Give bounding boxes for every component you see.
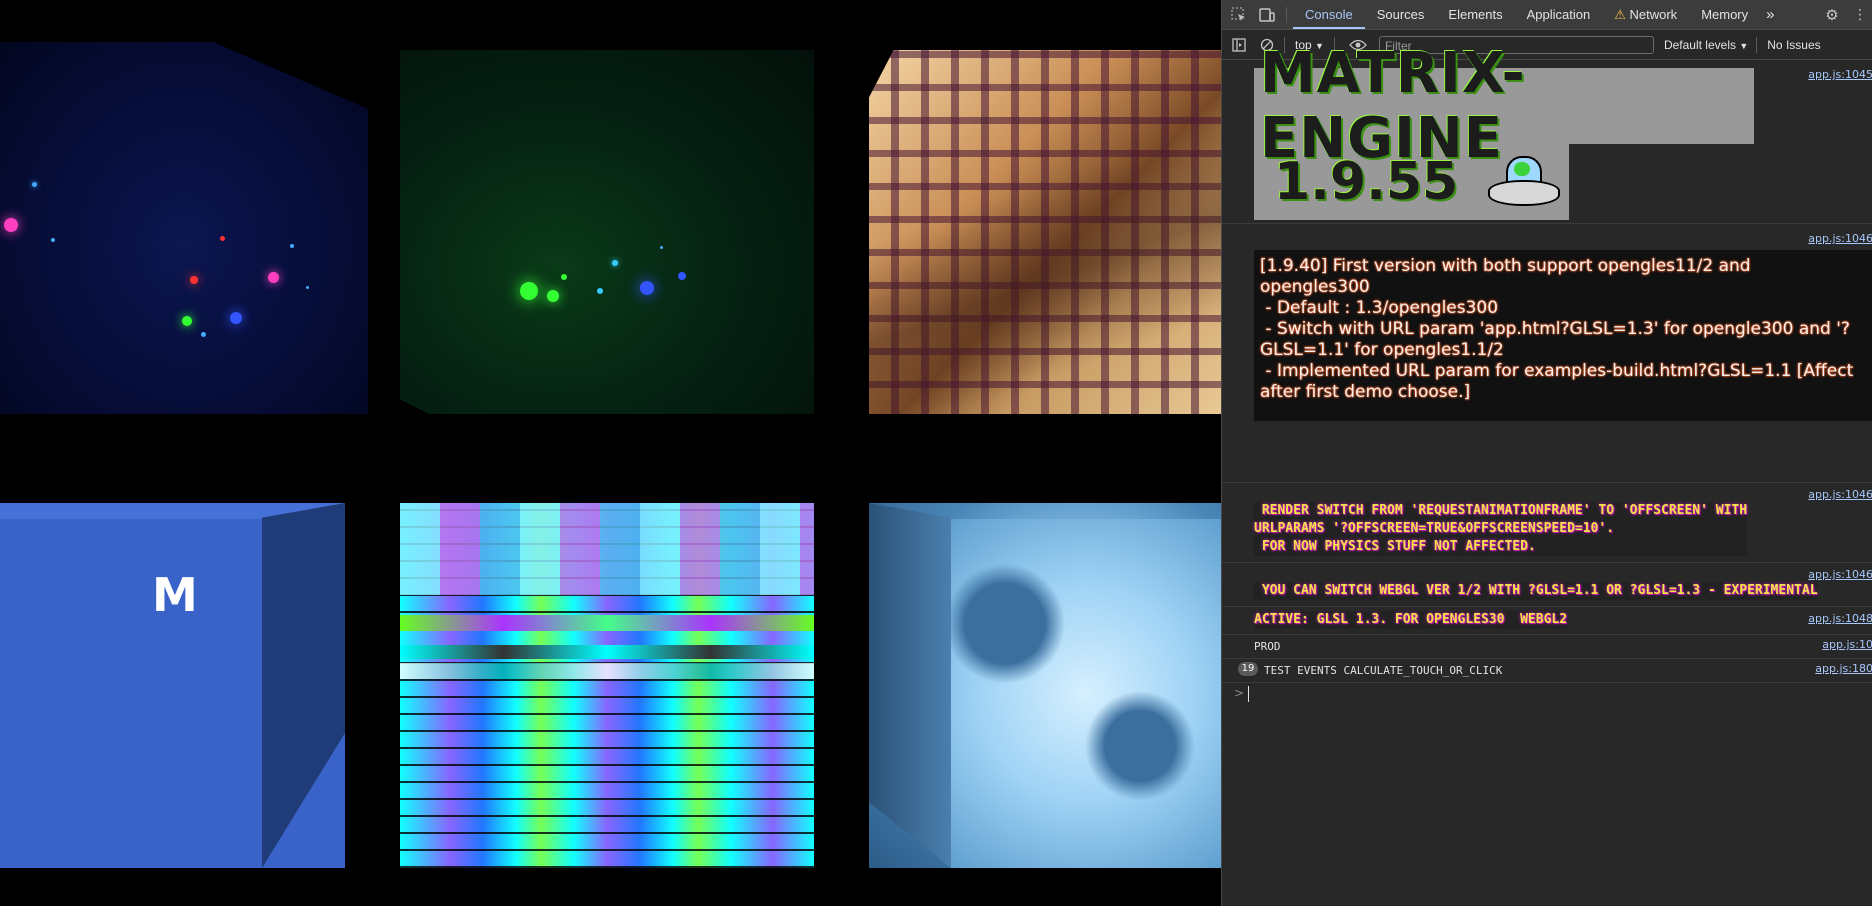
release-line: [1.9.40] First version with both support… xyxy=(1260,256,1751,276)
release-line: GLSL=1.1' for opengles1.1/2 xyxy=(1260,340,1504,360)
tab-elements[interactable]: Elements xyxy=(1436,0,1514,29)
particles-blue-cube xyxy=(0,42,368,414)
console-message-release-notes: [1.9.40] First version with both support… xyxy=(1254,250,1872,421)
source-link[interactable]: app.js:1046 xyxy=(1808,232,1872,245)
release-line: opengles300 xyxy=(1260,277,1370,297)
release-line: - Default : 1.3/opengles300 xyxy=(1260,298,1499,318)
cube-logo: M xyxy=(152,568,198,622)
issues-counter[interactable]: No Issues xyxy=(1767,38,1820,52)
device-toolbar-icon[interactable] xyxy=(1256,4,1278,26)
render-line: FOR NOW PHYSICS STUFF NOT AFFECTED. xyxy=(1254,539,1536,554)
release-line: - Implemented URL param for examples-bui… xyxy=(1260,361,1854,381)
tab-network[interactable]: ⚠ Network xyxy=(1602,0,1689,29)
source-link[interactable]: app.js:1045 xyxy=(1808,68,1872,81)
inspect-element-icon[interactable] xyxy=(1228,4,1250,26)
tab-memory[interactable]: Memory xyxy=(1689,0,1760,29)
tab-network-label: Network xyxy=(1629,7,1678,22)
console-message-webgl-switch: YOU CAN SWITCH WEBGL VER 1/2 WITH ?GLSL=… xyxy=(1254,582,1818,600)
release-line: after first demo choose.] xyxy=(1260,382,1471,402)
settings-gear-icon[interactable]: ⚙ xyxy=(1821,4,1843,26)
release-line: - Switch with URL param 'app.html?GLSL=1… xyxy=(1260,319,1850,339)
console-message-active-glsl: ACTIVE: GLSL 1.3. FOR OPENGLES30 WEBGL2 xyxy=(1254,611,1568,629)
devtools-panel: Console Sources Elements Application ⚠ N… xyxy=(1221,0,1872,906)
render-line: RENDER SWITCH FROM 'REQUESTANIMATIONFRAM… xyxy=(1254,503,1748,518)
tab-console[interactable]: Console xyxy=(1293,0,1365,29)
source-link[interactable]: app.js:180 xyxy=(1815,662,1872,675)
cloud-shader-cube xyxy=(869,503,1221,868)
render-line: URLPARAMS '?OFFSCREEN=TRUE&OFFSCREENSPEE… xyxy=(1254,521,1615,536)
repeat-count-badge: 19 xyxy=(1238,662,1258,676)
source-link[interactable]: app.js:1048 xyxy=(1808,612,1872,625)
devtools-tabbar: Console Sources Elements Application ⚠ N… xyxy=(1222,0,1872,30)
more-options-icon[interactable]: ⋮ xyxy=(1849,4,1871,26)
fractal-cube xyxy=(869,50,1221,414)
console-message-render-switch: RENDER SWITCH FROM 'REQUESTANIMATIONFRAM… xyxy=(1254,502,1748,556)
console-message-prod: PROD xyxy=(1254,640,1281,653)
warning-icon: ⚠ xyxy=(1614,7,1626,22)
tab-application[interactable]: Application xyxy=(1515,0,1603,29)
webgl-canvas[interactable]: M xyxy=(0,0,1221,906)
console-input[interactable] xyxy=(1248,686,1849,702)
ufo-alien-icon xyxy=(1488,152,1561,212)
more-tabs-icon[interactable]: » xyxy=(1760,0,1780,29)
striped-shader-cube xyxy=(400,503,814,868)
sidebar-toggle-icon[interactable] xyxy=(1228,34,1250,56)
source-link[interactable]: app.js:1046 xyxy=(1808,568,1872,581)
particles-green-cube xyxy=(400,50,814,414)
tab-sources[interactable]: Sources xyxy=(1365,0,1437,29)
banner-version: 1.9.55 xyxy=(1274,152,1459,212)
source-link[interactable]: app.js:1046 xyxy=(1808,488,1872,501)
banner-image: MATRIX-ENGINE 1.9.55 xyxy=(1254,41,1754,220)
source-link[interactable]: app.js:10 xyxy=(1822,638,1872,651)
textured-blue-cube: M xyxy=(0,503,345,868)
console-prompt-icon: > xyxy=(1234,686,1245,700)
console-message-test-events: TEST EVENTS CALCULATE_TOUCH_OR_CLICK xyxy=(1264,664,1503,677)
